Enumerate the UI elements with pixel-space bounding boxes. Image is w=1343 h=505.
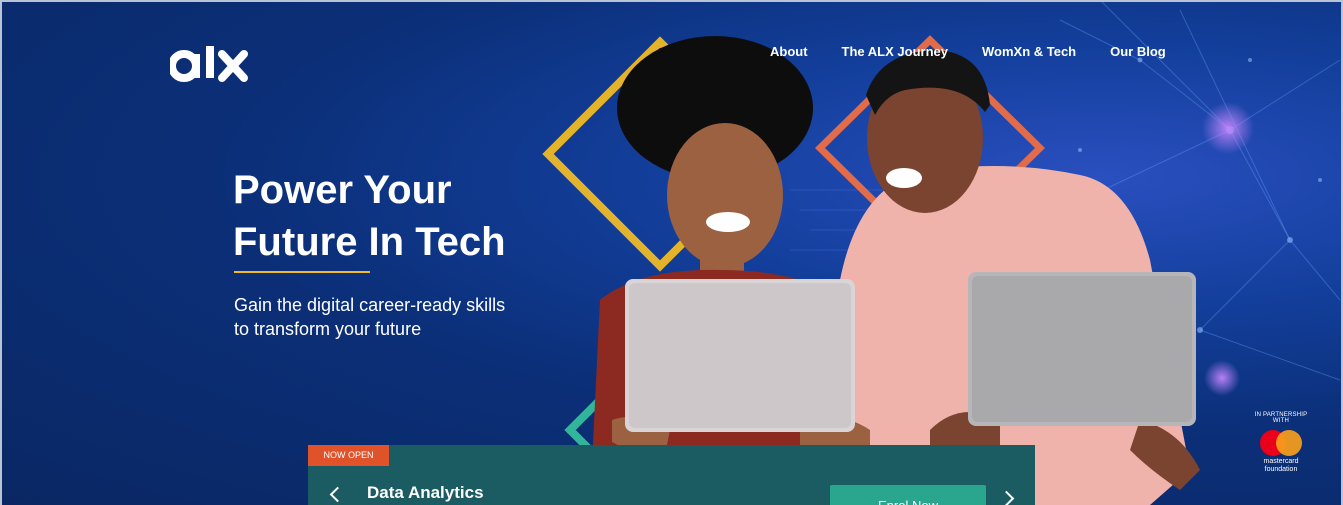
hero-section: About The ALX Journey WomXn & Tech Our B…: [0, 0, 1343, 505]
partner-label: IN PARTNERSHIP WITH: [1254, 412, 1308, 424]
window-border-left: [0, 0, 2, 505]
partner-block: IN PARTNERSHIP WITH mastercard foundatio…: [1246, 412, 1316, 474]
alx-logo[interactable]: [170, 40, 250, 84]
now-open-badge: NOW OPEN: [308, 445, 389, 466]
title-underline: [234, 271, 370, 273]
hero-subtitle-line2: to transform your future: [234, 319, 422, 339]
mastercard-logo: [1260, 430, 1302, 456]
course-carousel-card: NOW OPEN Data Analytics Enrol Now: [308, 445, 1035, 505]
chevron-right-icon[interactable]: [998, 490, 1015, 505]
window-border-top: [0, 0, 1343, 2]
top-navigation: About The ALX Journey WomXn & Tech Our B…: [770, 44, 1166, 59]
hero-subtitle-line1: Gain the digital career-ready skills: [234, 295, 506, 315]
enrol-now-button[interactable]: Enrol Now: [830, 485, 986, 505]
hero-subtitle: Gain the digital career-ready skills to …: [234, 293, 564, 341]
partner-brand: mastercard foundation: [1246, 458, 1316, 474]
mastercard-yellow-circle: [1276, 430, 1302, 456]
hero-title: Power Your Future In Tech: [233, 164, 506, 268]
partner-brand-line1: mastercard: [1263, 458, 1299, 465]
nav-our-blog[interactable]: Our Blog: [1110, 44, 1166, 59]
hero-title-line2: Future In Tech: [233, 220, 506, 264]
partner-brand-line2: foundation: [1264, 466, 1298, 473]
chevron-left-icon[interactable]: [329, 486, 346, 503]
course-title: Data Analytics: [367, 483, 484, 502]
nav-about[interactable]: About: [770, 44, 808, 59]
nav-alx-journey[interactable]: The ALX Journey: [842, 44, 948, 59]
nav-womxn-tech[interactable]: WomXn & Tech: [982, 44, 1076, 59]
hero-title-line1: Power Your: [233, 168, 452, 212]
